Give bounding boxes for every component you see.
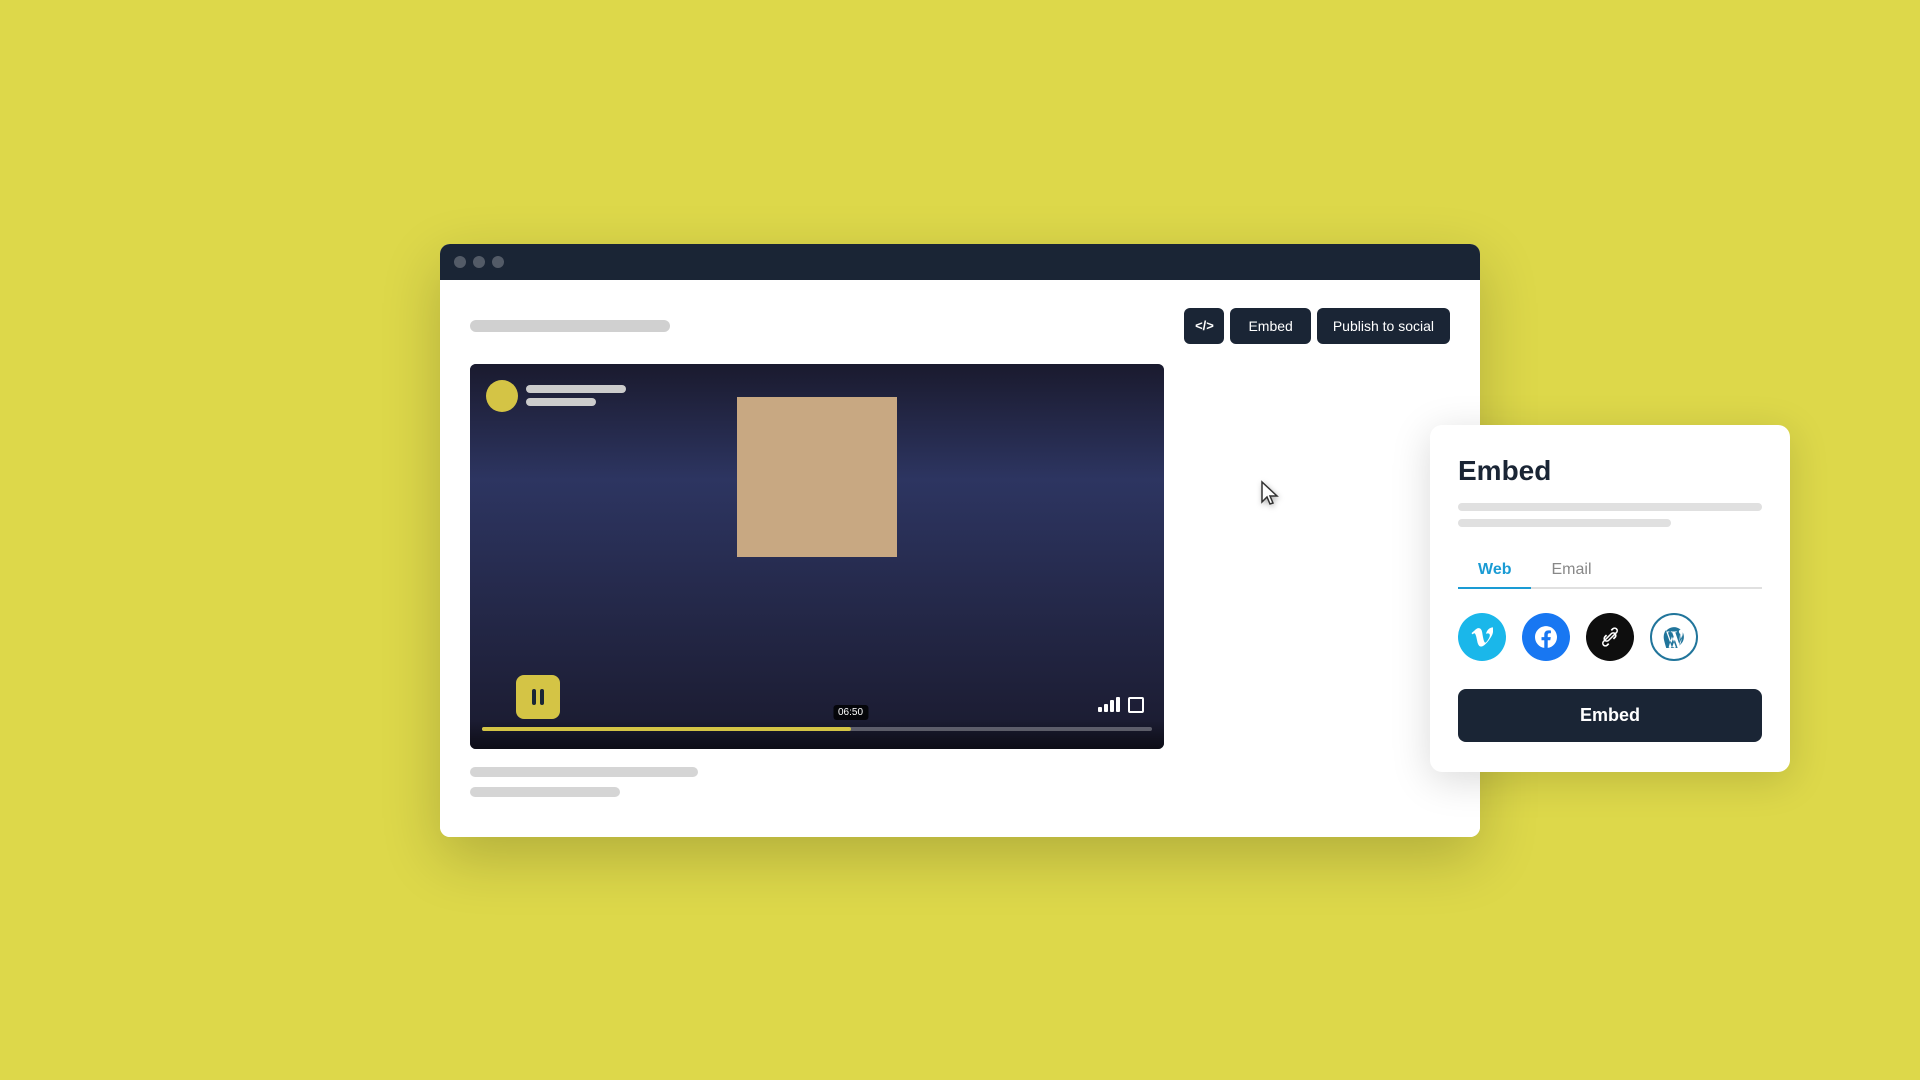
video-title-bars [526,385,626,406]
embed-button[interactable]: Embed [1230,308,1310,344]
video-player: 06:50 [470,364,1164,749]
pause-bar-left [532,689,536,705]
platform-icons [1458,613,1762,661]
video-thumbnail [470,364,1164,749]
content-row-1 [470,767,698,777]
person-figure [470,364,1164,749]
cursor [1260,480,1280,508]
browser-titlebar [440,244,1480,280]
signal-icon [1098,697,1120,712]
video-logo-circle [486,380,518,412]
code-button[interactable]: </> [1184,308,1224,344]
embed-cta-button[interactable]: Embed [1458,689,1762,742]
embed-panel-line-1 [1458,503,1762,511]
squarespace-icon[interactable] [1586,613,1634,661]
pause-bar-right [540,689,544,705]
embed-panel: Embed Web Email [1430,425,1790,772]
pause-button[interactable] [516,675,560,719]
fullscreen-icon[interactable] [1128,697,1144,713]
tab-web[interactable]: Web [1458,553,1531,589]
progress-bar-container[interactable]: 06:50 [482,727,1152,731]
signal-bar-2 [1104,704,1108,712]
right-controls [1098,697,1144,713]
facebook-icon[interactable] [1522,613,1570,661]
breadcrumb-placeholder [470,320,670,332]
signal-bar-1 [1098,707,1102,712]
wordpress-icon[interactable] [1650,613,1698,661]
embed-panel-lines [1458,503,1762,527]
traffic-light-minimize[interactable] [473,256,485,268]
tab-row: Web Email [1458,551,1762,589]
traffic-light-close[interactable] [454,256,466,268]
traffic-light-maximize[interactable] [492,256,504,268]
toolbar-row: </> Embed Publish to social [470,308,1450,344]
video-controls: 06:50 [470,719,1164,749]
embed-panel-title: Embed [1458,455,1762,487]
browser-content: </> Embed Publish to social [440,280,1480,837]
progress-bar-fill [482,727,851,731]
video-title-bar-1 [526,385,626,393]
browser-window: </> Embed Publish to social [440,244,1480,837]
pause-icon [532,689,544,705]
publish-button[interactable]: Publish to social [1317,308,1450,344]
embed-panel-line-2 [1458,519,1671,527]
time-tooltip: 06:50 [833,705,868,720]
signal-bar-3 [1110,700,1114,712]
content-row-2 [470,787,620,797]
video-title-bar-2 [526,398,596,406]
vimeo-icon[interactable] [1458,613,1506,661]
content-rows [470,767,1450,797]
toolbar-buttons: </> Embed Publish to social [1184,308,1450,344]
video-overlay-title [486,380,626,412]
signal-bar-4 [1116,697,1120,712]
tab-email[interactable]: Email [1531,553,1611,589]
